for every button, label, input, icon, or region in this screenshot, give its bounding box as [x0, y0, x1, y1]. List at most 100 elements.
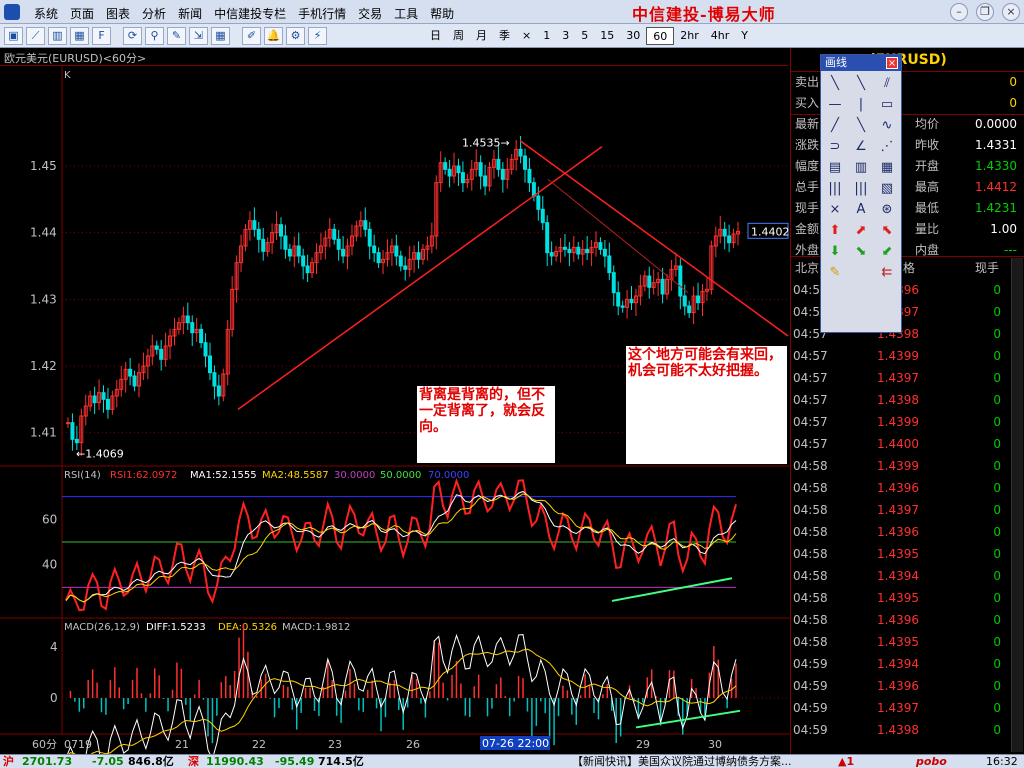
- candle-body: [616, 292, 621, 307]
- menu-mobile[interactable]: 手机行情: [292, 3, 352, 24]
- period-2[interactable]: 月: [470, 27, 493, 45]
- minimize-icon[interactable]: –: [950, 3, 968, 21]
- fan-icon[interactable]: ⋰: [874, 136, 900, 157]
- f10-icon[interactable]: F: [92, 27, 111, 45]
- wave-icon[interactable]: ∿: [874, 115, 900, 136]
- flash-icon[interactable]: ⚡: [308, 27, 327, 45]
- resist-icon[interactable]: ⨯: [822, 199, 848, 220]
- period-8[interactable]: 15: [594, 27, 620, 45]
- table-icon[interactable]: ▦: [70, 27, 89, 45]
- tick-scrollbar[interactable]: [1011, 258, 1023, 752]
- alert-badge[interactable]: ▲1: [838, 755, 854, 768]
- help-icon[interactable]: ⊛: [874, 199, 900, 220]
- downright-arrow-icon[interactable]: ⬊: [848, 241, 874, 262]
- period-9[interactable]: 30: [620, 27, 646, 45]
- news-ticker[interactable]: 【新闻快讯】美国众议院通过博纳债务方案...: [572, 755, 812, 768]
- candle-body: [376, 252, 381, 264]
- stat-label: 最高: [915, 180, 940, 194]
- line-chart-icon[interactable]: ⟋: [26, 27, 45, 45]
- zoom-icon[interactable]: ⚲: [145, 27, 164, 45]
- app-icon[interactable]: [4, 4, 20, 20]
- refresh-icon[interactable]: ⟳: [123, 27, 142, 45]
- period-7[interactable]: 5: [575, 27, 594, 45]
- alarm-icon[interactable]: 🔔: [264, 27, 283, 45]
- downleft-arrow-icon[interactable]: ⬋: [874, 241, 900, 262]
- arrow-line-icon[interactable]: ╲: [848, 115, 874, 136]
- export-icon[interactable]: ⇲: [189, 27, 208, 45]
- candle-body: [682, 295, 687, 307]
- period-13[interactable]: Y: [735, 27, 754, 45]
- up-arrow-icon[interactable]: ⬆: [822, 220, 848, 241]
- menu-help[interactable]: 帮助: [424, 3, 460, 24]
- fibonacci-icon[interactable]: ▥: [848, 157, 874, 178]
- period-6[interactable]: 3: [556, 27, 575, 45]
- period-5[interactable]: 1: [537, 27, 556, 45]
- candle-body: [598, 242, 603, 250]
- down-arrow-icon[interactable]: ⬇: [822, 241, 848, 262]
- draw-icon[interactable]: ✎: [167, 27, 186, 45]
- candle-body: [278, 224, 283, 237]
- ray-icon[interactable]: ╲: [848, 73, 874, 94]
- gann-icon[interactable]: ▦: [874, 157, 900, 178]
- tick-time: 04:59: [793, 657, 828, 671]
- segment-icon[interactable]: ╱: [822, 115, 848, 136]
- menu-page[interactable]: 页面: [64, 3, 100, 24]
- period-10[interactable]: 60: [646, 27, 675, 45]
- vline-icon[interactable]: |: [848, 94, 874, 115]
- parallel-icon[interactable]: ⫽: [874, 73, 900, 94]
- period-icon[interactable]: |||: [848, 178, 874, 199]
- text-icon[interactable]: A: [848, 199, 874, 220]
- tick-time: 04:59: [793, 723, 828, 737]
- period-4[interactable]: ×: [516, 27, 537, 45]
- trendline-up: [237, 146, 603, 410]
- window-icon[interactable]: ▣: [4, 27, 23, 45]
- rsi-divergence-line: [611, 577, 733, 602]
- grid-icon[interactable]: ▦: [211, 27, 230, 45]
- candle-body: [132, 375, 137, 387]
- eraser-icon[interactable]: ✎: [822, 262, 848, 283]
- period-1[interactable]: 周: [447, 27, 470, 45]
- candle-body: [105, 398, 110, 410]
- menu-trade[interactable]: 交易: [352, 3, 388, 24]
- period-11[interactable]: 2hr: [674, 27, 705, 45]
- x-tick-label: 0719: [64, 738, 92, 751]
- stat-value: ---: [1004, 243, 1017, 257]
- menu-analysis[interactable]: 分析: [136, 3, 172, 24]
- upright-arrow-icon[interactable]: ⬈: [848, 220, 874, 241]
- tick-row: 04:58 1.4396 0: [791, 521, 1023, 543]
- golden-icon[interactable]: ▧: [874, 178, 900, 199]
- palette-close-icon[interactable]: ×: [886, 57, 898, 69]
- restore-icon[interactable]: ❐: [976, 3, 994, 21]
- stat-label: 量比: [915, 222, 940, 236]
- drawing-palette[interactable]: 画线 × ╲ ╲ ⫽ — | ▭ ╱ ╲ ∿ ⊃ ∠ ⋰ ▤ ▥ ▦ ||| ||| ▧ ⨯ A ⊛ ⬆ ⬈ ⬉ ⬇ ⬊ ⬋ ✎ ⇇: [820, 54, 902, 333]
- channel-icon[interactable]: ▤: [822, 157, 848, 178]
- tools-icon[interactable]: ⚙: [286, 27, 305, 45]
- period-0[interactable]: 日: [424, 27, 447, 45]
- hline-icon[interactable]: —: [822, 94, 848, 115]
- angle-icon[interactable]: ∠: [848, 136, 874, 157]
- pen-icon[interactable]: ✐: [242, 27, 261, 45]
- menu-chart[interactable]: 图表: [100, 3, 136, 24]
- cycle-icon[interactable]: |||: [822, 178, 848, 199]
- upleft-arrow-icon[interactable]: ⬉: [874, 220, 900, 241]
- y-tick-label: 1.41: [30, 426, 57, 440]
- line-icon[interactable]: ╲: [822, 73, 848, 94]
- menu-system[interactable]: 系统: [28, 3, 64, 24]
- candle-body: [341, 248, 346, 257]
- candle-body: [443, 162, 448, 170]
- delete-icon[interactable]: ⇇: [874, 262, 900, 283]
- stat-label: 现手: [795, 201, 820, 215]
- menu-tools[interactable]: 工具: [388, 3, 424, 24]
- rsi-legend: 70.0000: [428, 470, 469, 481]
- period-12[interactable]: 4hr: [705, 27, 736, 45]
- rect-icon[interactable]: ▭: [874, 94, 900, 115]
- arc-icon[interactable]: ⊃: [822, 136, 848, 157]
- menu-news[interactable]: 新闻: [172, 3, 208, 24]
- period-3[interactable]: 季: [493, 27, 516, 45]
- candle-body: [576, 246, 581, 255]
- bar-chart-icon[interactable]: ▥: [48, 27, 67, 45]
- candle-body: [212, 372, 217, 387]
- candle-body: [101, 392, 106, 400]
- menu-column[interactable]: 中信建投专栏: [208, 3, 292, 24]
- close-icon[interactable]: ×: [1002, 3, 1020, 21]
